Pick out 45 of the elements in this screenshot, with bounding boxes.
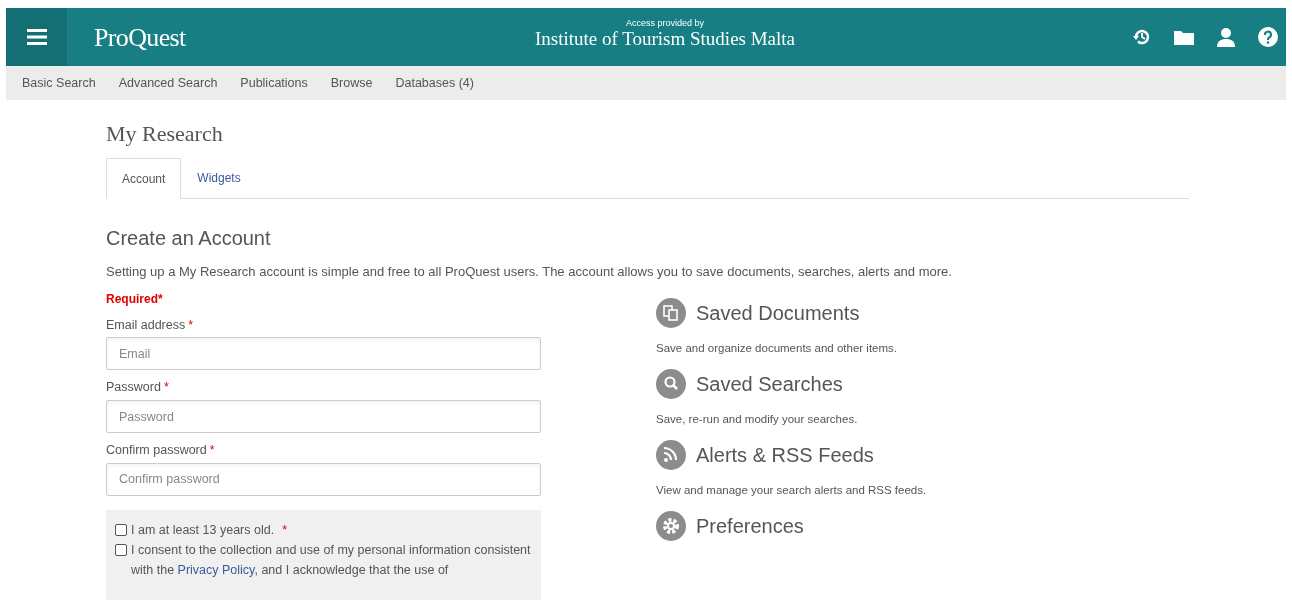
access-caption: Access provided by: [625, 18, 704, 28]
nav-link[interactable]: Basic Search: [22, 73, 96, 93]
documents-icon: [656, 297, 686, 328]
required-mark: *: [209, 442, 215, 459]
nav-link[interactable]: Publications: [240, 73, 308, 93]
text-field[interactable]: Email: [106, 337, 541, 371]
tab[interactable]: Account: [106, 158, 182, 199]
tab[interactable]: Widgets: [181, 158, 257, 198]
history-icon[interactable]: [1132, 27, 1152, 47]
feature-title: Preferences: [696, 514, 804, 540]
intro-text: Setting up a My Research account is simple and free to all ProQuest users. The account allows you to save documents, searches, alerts and more.: [106, 263, 953, 281]
search-icon: [656, 368, 686, 399]
nav-link[interactable]: Advanced Search: [118, 73, 218, 93]
field-label: Confirm password: [106, 442, 207, 459]
settings-icon: [656, 511, 686, 542]
menu-icon: [26, 29, 47, 45]
menu-button[interactable]: [6, 8, 67, 66]
user-icon[interactable]: [1216, 27, 1236, 47]
feature-title: Saved Documents: [696, 300, 860, 326]
required-note: Required*: [106, 290, 164, 308]
page-title: My Research: [106, 120, 224, 148]
agreement-text: I am at least 13 years old.: [131, 521, 275, 539]
feature-description: Save, re-run and modify your searches.: [656, 411, 859, 427]
institution-name: Institute of Tourism Studies Malta: [534, 28, 796, 50]
agreement-text: I consent to the collection and use of my personal information consistent with the Privacy Policy, and I acknowledge that the use of: [131, 541, 532, 579]
nav-link[interactable]: Browse: [330, 73, 373, 93]
required-mark: *: [188, 316, 194, 334]
help-icon[interactable]: [1258, 27, 1278, 47]
text-field[interactable]: Password: [106, 400, 541, 433]
field-label: Email address: [106, 316, 186, 334]
checkbox[interactable]: [115, 523, 127, 536]
feature-title: Saved Searches: [696, 371, 843, 397]
text-field[interactable]: Confirm password: [106, 462, 541, 496]
feature-description: View and manage your search alerts and RSS feeds.: [656, 483, 927, 498]
logo[interactable]: ProQuest: [94, 17, 186, 57]
nav-link[interactable]: Databases (4): [395, 73, 474, 93]
required-mark: *: [163, 379, 169, 397]
section-title: Create an Account: [106, 226, 272, 250]
rss-icon: [656, 440, 686, 470]
folder-icon[interactable]: [1174, 29, 1194, 45]
field-label: Password: [106, 379, 161, 397]
checkbox[interactable]: [115, 543, 127, 556]
feature-description: Save and organize documents and other items.: [656, 340, 898, 356]
required-mark: *: [282, 521, 287, 539]
feature-title: Alerts & RSS Feeds: [696, 443, 874, 468]
